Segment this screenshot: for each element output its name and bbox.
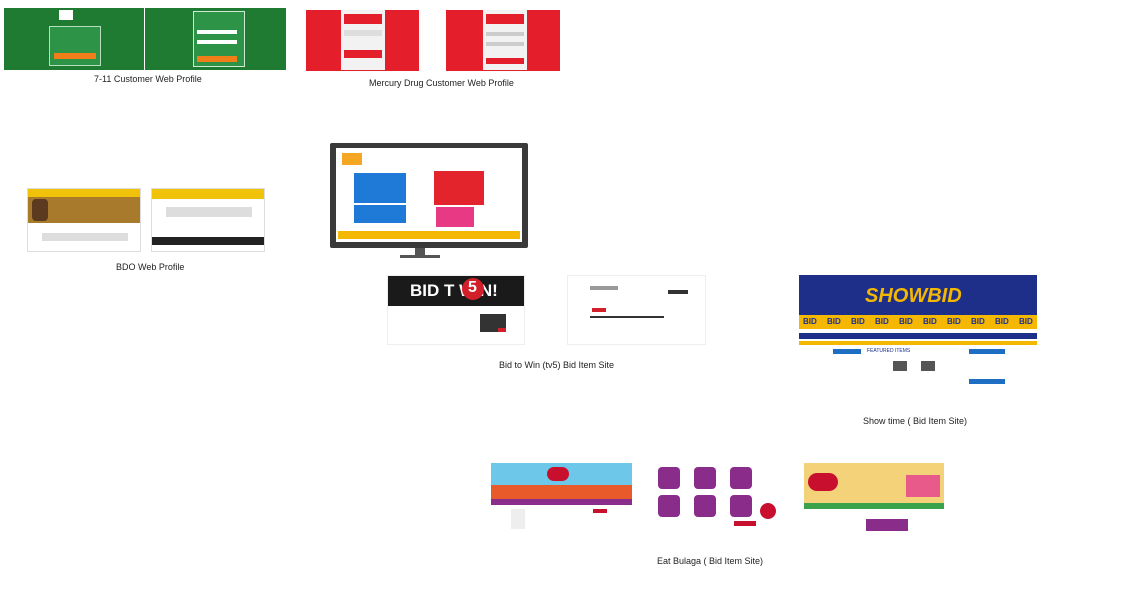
eat-bulaga-screenshot-3 [804,463,944,533]
mercury-screenshot-1 [306,10,419,71]
eat-bulaga-caption: Eat Bulaga ( Bid Item Site) [657,556,764,566]
mercury-screenshot-2 [446,10,560,71]
seven-eleven-screenshot-2 [145,8,286,70]
bid-to-win-screenshot-1: BID T WIN! 5 [387,275,525,345]
bdo-screenshot-1 [27,188,141,252]
showtime-screenshot: SHOWBID BID BID BID BID BID BID BID BID … [799,275,1037,395]
seven-eleven-screenshot-1 [4,8,144,70]
showbid-tag: BID [995,317,1009,326]
showbid-tag: BID [875,317,889,326]
eat-bulaga-screenshot-2 [654,463,781,533]
showbid-tag: BID [851,317,865,326]
bid-to-win-caption: Bid to Win (tv5) Bid Item Site [499,360,615,370]
showbid-tag: BID [1019,317,1033,326]
bdo-screenshot-2 [151,188,265,252]
seven-eleven-caption: 7-11 Customer Web Profile [94,74,202,84]
mercury-caption: Mercury Drug Customer Web Profile [369,78,514,88]
eat-bulaga-screenshot-1 [491,463,632,533]
bdo-caption: BDO Web Profile [116,262,185,272]
bid-to-win-screenshot-2 [567,275,706,345]
showbid-logo: SHOWBID [865,285,962,307]
showbid-tag: BID [803,317,817,326]
bid-to-win-banner: BID T WIN! [410,281,498,300]
monitor-screenshot [312,143,528,261]
showbid-featured: FEATURED ITEMS [867,348,911,354]
showtime-caption: Show time ( Bid Item Site) [863,416,968,426]
showbid-tag: BID [971,317,985,326]
showbid-tag: BID [827,317,841,326]
showbid-tag: BID [947,317,961,326]
showbid-tag: BID [923,317,937,326]
showbid-tag: BID [899,317,913,326]
bid-to-win-five: 5 [468,279,477,296]
